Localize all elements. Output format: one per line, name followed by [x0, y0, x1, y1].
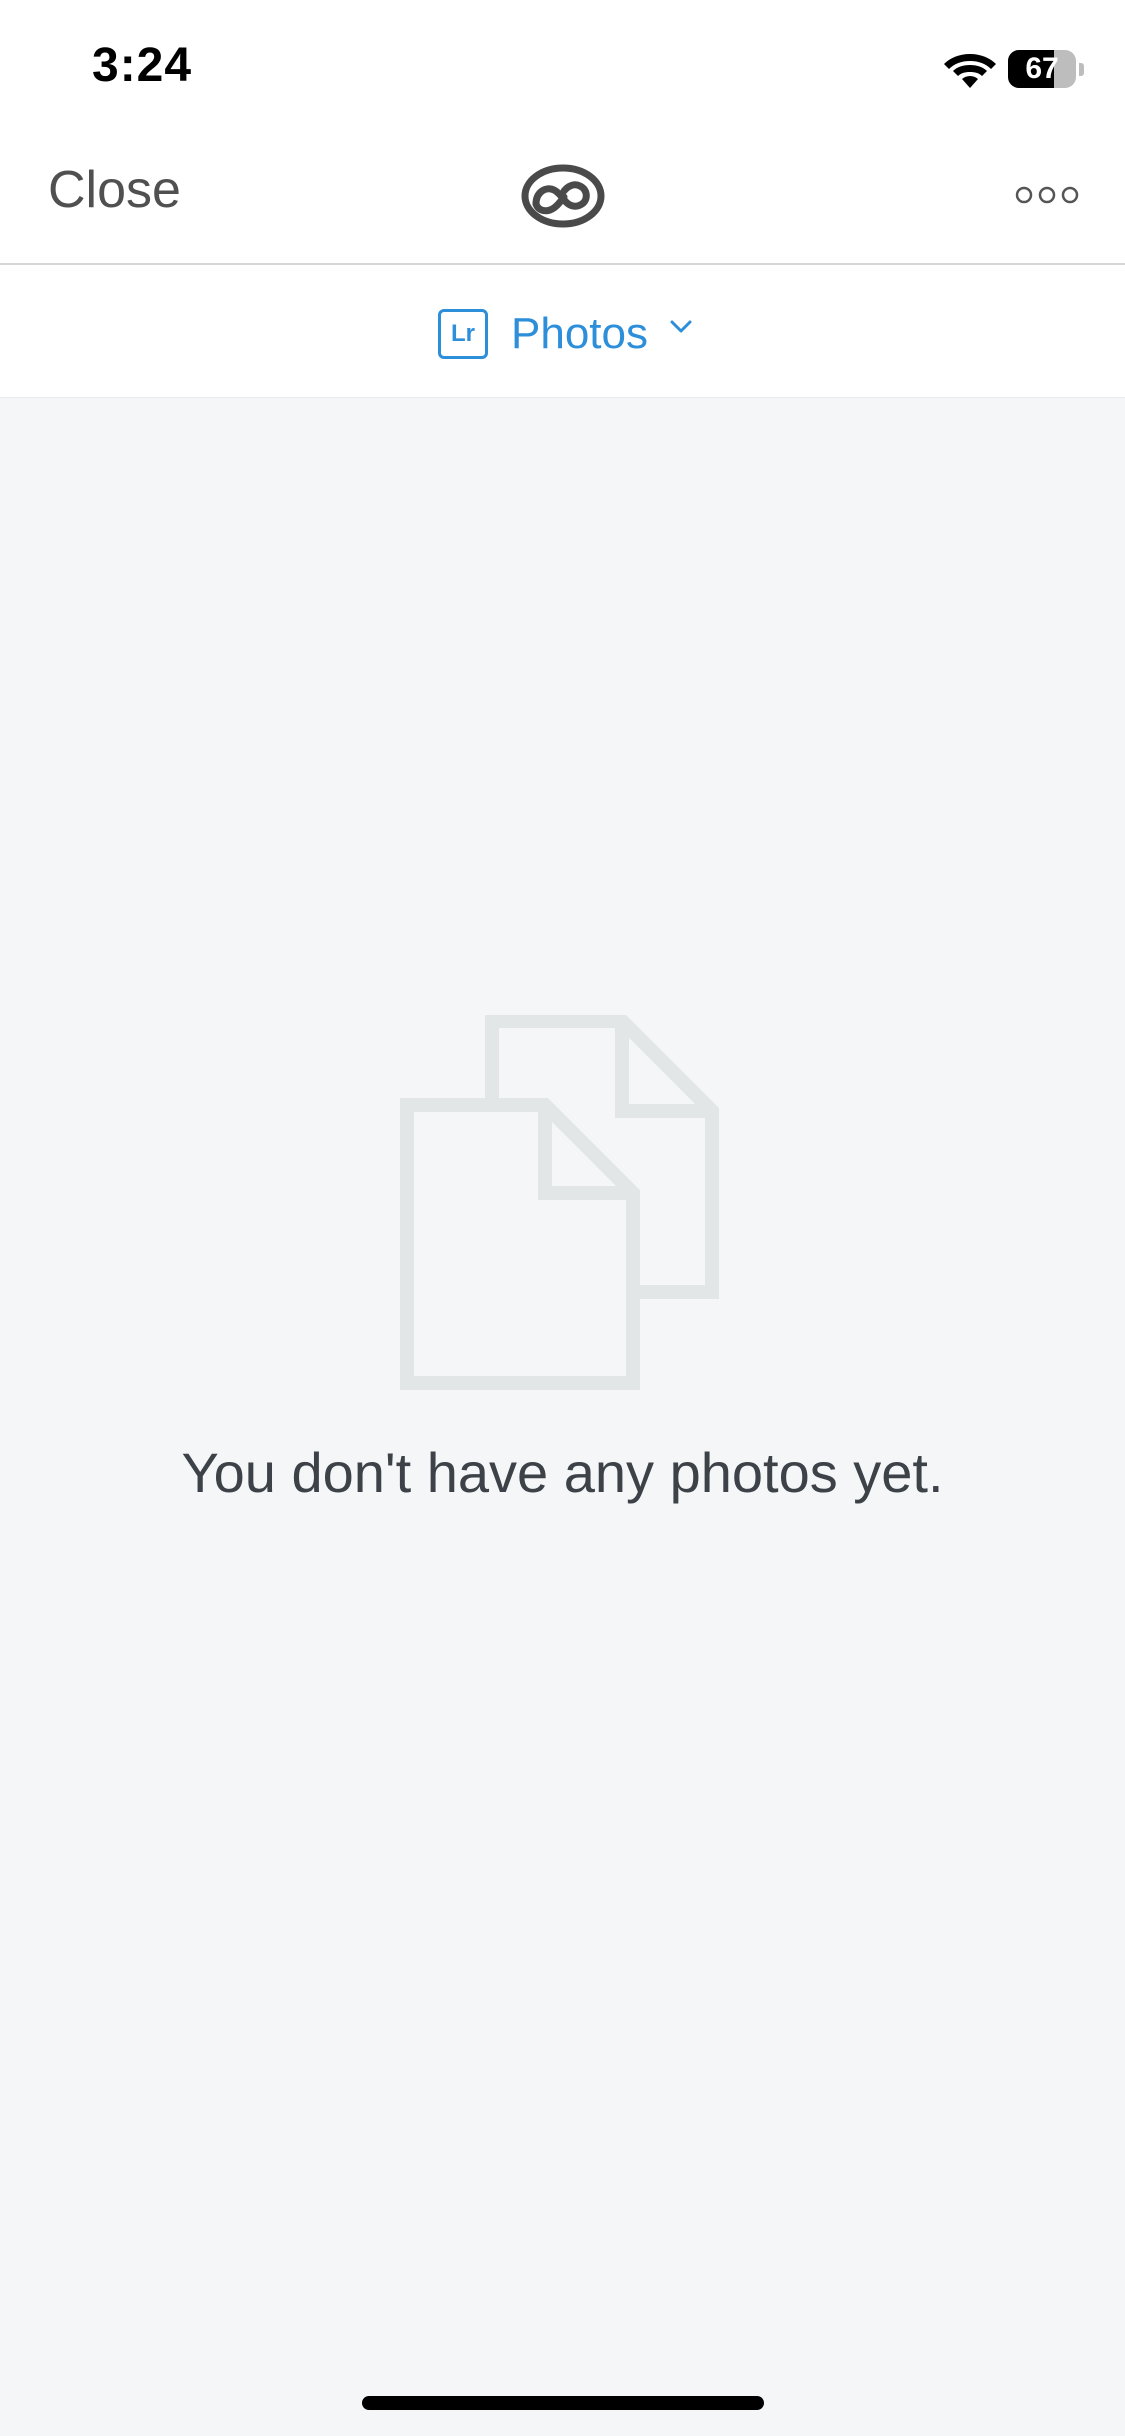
empty-state-message: You don't have any photos yet. [181, 1441, 944, 1504]
creative-cloud-icon [521, 164, 605, 228]
lightroom-badge-icon: Lr [438, 309, 488, 359]
screen: 3:24 67 Close Lr Photos You don't have a… [0, 0, 1125, 2436]
status-time: 3:24 [92, 39, 193, 92]
chevron-down-icon [670, 320, 692, 333]
home-indicator[interactable] [362, 2396, 764, 2410]
battery-indicator: 67 [1008, 50, 1084, 88]
status-bar: 3:24 67 [0, 0, 1125, 130]
nav-bar: Close [0, 130, 1125, 265]
documents-icon [400, 1015, 719, 1390]
app-switcher-dropdown[interactable]: Lr Photos [438, 308, 692, 360]
more-dots-icon[interactable] [1015, 180, 1079, 210]
battery-level: 67 [1025, 52, 1059, 85]
close-button[interactable]: Close [48, 160, 181, 220]
app-switcher-row: Lr Photos [0, 265, 1125, 398]
app-switcher-label: Photos [511, 309, 648, 358]
wifi-icon [944, 54, 996, 88]
